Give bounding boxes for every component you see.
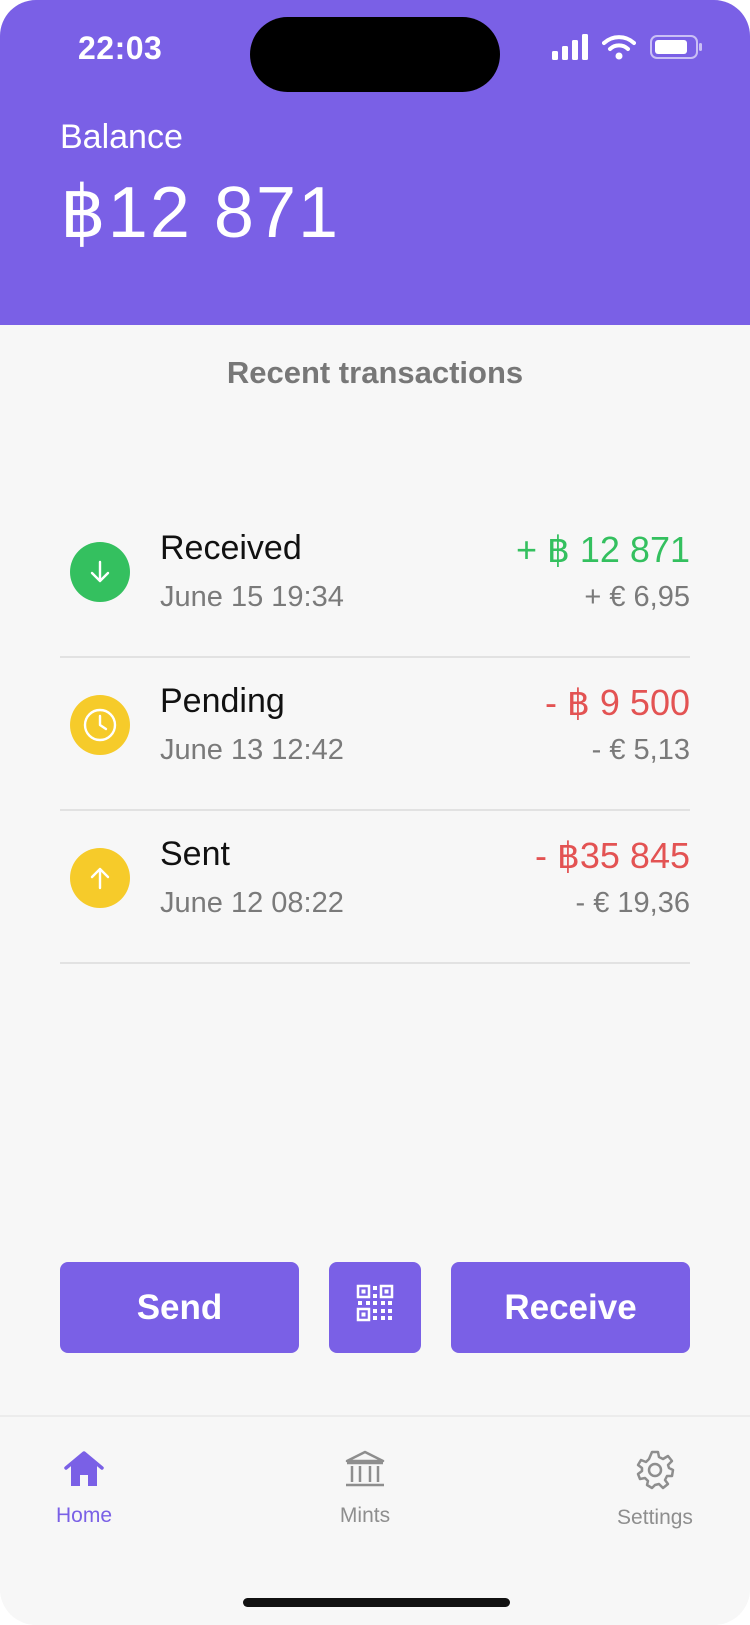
- transaction-date: June 15 19:34: [160, 581, 344, 613]
- status-icons: [552, 34, 704, 65]
- tab-home[interactable]: Home: [24, 1449, 144, 1528]
- balance-value: ฿12 871: [60, 173, 341, 253]
- wifi-icon: [602, 34, 636, 65]
- transaction-name: Received: [160, 529, 302, 567]
- gear-icon: [634, 1449, 676, 1496]
- section-title: Recent transactions: [226, 355, 524, 390]
- transaction-name: Pending: [160, 682, 285, 720]
- clock-icon: [70, 695, 130, 755]
- dynamic-island: [250, 17, 500, 92]
- tab-settings[interactable]: Settings: [595, 1449, 715, 1530]
- receive-button[interactable]: Receive: [451, 1262, 690, 1353]
- tab-label: Mints: [339, 1504, 391, 1527]
- home-indicator[interactable]: [243, 1598, 510, 1607]
- tab-bar: Home Mints Settings: [0, 1415, 750, 1625]
- send-button[interactable]: Send: [60, 1262, 299, 1353]
- transaction-list: Received June 15 19:34 + ฿ 12 871 + € 6,…: [60, 505, 690, 964]
- tab-label: Settings: [617, 1506, 693, 1529]
- transaction-row[interactable]: Sent June 12 08:22 - ฿35 845 - € 19,36: [60, 811, 690, 964]
- qr-code-icon: [356, 1284, 394, 1331]
- transaction-amount: - ฿35 845: [534, 835, 690, 876]
- arrow-down-icon: [70, 542, 130, 602]
- transaction-fiat-amount: + € 6,95: [584, 581, 690, 613]
- signal-icon: [552, 34, 588, 65]
- transaction-row[interactable]: Received June 15 19:34 + ฿ 12 871 + € 6,…: [60, 505, 690, 658]
- status-time: 22:03: [78, 30, 163, 66]
- battery-icon: [650, 34, 704, 65]
- transaction-fiat-amount: - € 19,36: [575, 887, 690, 919]
- balance-header: 22:03 Balance ฿12 871: [0, 0, 750, 325]
- tab-label: Home: [55, 1504, 113, 1527]
- transaction-amount: - ฿ 9 500: [545, 682, 690, 723]
- transaction-name: Sent: [160, 835, 230, 873]
- transaction-amount: + ฿ 12 871: [515, 529, 690, 570]
- transaction-fiat-amount: - € 5,13: [591, 734, 690, 766]
- arrow-up-icon: [70, 848, 130, 908]
- tab-mints[interactable]: Mints: [305, 1449, 425, 1528]
- transaction-date: June 12 08:22: [160, 887, 344, 919]
- bank-icon: [343, 1449, 387, 1494]
- transaction-row[interactable]: Pending June 13 12:42 - ฿ 9 500 - € 5,13: [60, 658, 690, 811]
- transaction-date: June 13 12:42: [160, 734, 344, 766]
- scan-qr-button[interactable]: [329, 1262, 421, 1353]
- balance-label: Balance: [60, 118, 183, 156]
- home-icon: [62, 1449, 106, 1494]
- wallet-screen: 22:03 Balance ฿12 871 Recent transaction…: [0, 0, 750, 1625]
